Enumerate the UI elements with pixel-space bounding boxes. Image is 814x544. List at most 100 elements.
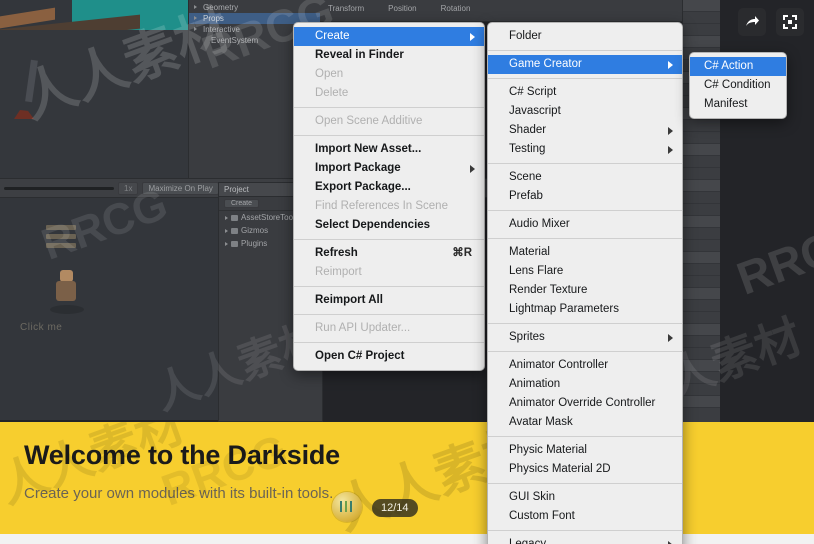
menu-item-shader[interactable]: Shader <box>488 121 682 140</box>
menu-item-reveal-in-finder[interactable]: Reveal in Finder <box>294 46 484 65</box>
game-character <box>54 270 80 304</box>
menu-separator <box>488 323 682 324</box>
inspector-tab-transform: Transform <box>328 4 365 13</box>
maximize-on-play-button[interactable]: Maximize On Play <box>142 181 219 195</box>
menu-item-label: Manifest <box>704 98 748 110</box>
menu-item-label: Scene <box>509 171 542 183</box>
zoom-slider[interactable] <box>4 186 114 190</box>
menu-item-folder[interactable]: Folder <box>488 27 682 46</box>
menu-item-label: Material <box>509 246 550 258</box>
fullscreen-icon <box>783 15 797 29</box>
menu-item-label: C# Condition <box>704 79 771 91</box>
menu-separator <box>488 530 682 531</box>
menu-item-label: Import Package <box>315 162 401 174</box>
menu-item-open-csharp-project[interactable]: Open C# Project <box>294 347 484 366</box>
menu-item-create[interactable]: Create <box>294 27 484 46</box>
menu-item-label: Folder <box>509 30 542 42</box>
menu-item-reimport-all[interactable]: Reimport All <box>294 291 484 310</box>
menu-item-sprites[interactable]: Sprites <box>488 328 682 347</box>
game-creator-submenu[interactable]: C# Action C# Condition Manifest <box>689 52 787 119</box>
menu-item-label: Animator Override Controller <box>509 397 656 409</box>
inspector-header: Transform Position Rotation <box>320 0 682 22</box>
menu-item-label: Open Scene Additive <box>315 115 423 127</box>
menu-item-label: Render Texture <box>509 284 588 296</box>
menu-item-gui-skin[interactable]: GUI Skin <box>488 488 682 507</box>
game-character-shadow <box>50 305 84 314</box>
menu-item-javascript[interactable]: Javascript <box>488 102 682 121</box>
project-item-label: AssetStoreTools <box>241 213 299 222</box>
menu-item-label: GUI Skin <box>509 491 556 503</box>
asset-context-menu[interactable]: Create Reveal in Finder Open Delete Open… <box>293 22 485 371</box>
menu-item-animation[interactable]: Animation <box>488 375 682 394</box>
menu-item-testing[interactable]: Testing <box>488 140 682 159</box>
menu-separator <box>294 314 484 315</box>
menu-separator <box>488 483 682 484</box>
menu-item-label: Create <box>315 30 350 42</box>
hierarchy-label: Geometry <box>203 3 239 12</box>
menu-item-physics-material-2d[interactable]: Physics Material 2D <box>488 460 682 479</box>
share-button[interactable] <box>738 8 766 36</box>
menu-separator <box>488 351 682 352</box>
chevron-right-icon <box>668 333 673 342</box>
banner-subtitle: Create your own modules with its built-i… <box>24 485 334 502</box>
create-submenu[interactable]: Folder Game Creator C# Script Javascript… <box>487 22 683 544</box>
menu-item-import-new-asset[interactable]: Import New Asset... <box>294 140 484 159</box>
menu-item-label: Export Package... <box>315 181 411 193</box>
menu-item-legacy[interactable]: Legacy <box>488 535 682 544</box>
menu-item-reimport: Reimport <box>294 263 484 282</box>
scale-label: 1x <box>118 181 139 195</box>
menu-item-avatar-mask[interactable]: Avatar Mask <box>488 413 682 432</box>
menu-item-custom-font[interactable]: Custom Font <box>488 507 682 526</box>
video-controls <box>738 8 804 36</box>
hierarchy-row[interactable]: Geometry <box>189 2 320 13</box>
menu-item-find-references-in-scene: Find References In Scene <box>294 197 484 216</box>
chevron-right-icon <box>668 126 673 135</box>
chevron-right-icon <box>668 145 673 154</box>
hierarchy-label: Props <box>203 14 224 23</box>
menu-item-render-texture[interactable]: Render Texture <box>488 281 682 300</box>
menu-item-import-package[interactable]: Import Package <box>294 159 484 178</box>
menu-item-label: C# Action <box>704 60 754 72</box>
menu-item-label: Lightmap Parameters <box>509 303 619 315</box>
game-ui-lines <box>46 225 76 251</box>
menu-item-label: Legacy <box>509 538 547 544</box>
folder-icon <box>231 240 238 247</box>
project-item-label: Plugins <box>241 239 268 248</box>
menu-item-refresh[interactable]: Refresh ⌘R <box>294 244 484 263</box>
menu-item-lightmap-parameters[interactable]: Lightmap Parameters <box>488 300 682 319</box>
chevron-right-icon <box>668 540 673 544</box>
project-create-button[interactable]: Create <box>224 199 260 208</box>
menu-item-label: Game Creator <box>509 58 582 70</box>
menu-item-label: Physic Material <box>509 444 587 456</box>
menu-item-animator-controller[interactable]: Animator Controller <box>488 356 682 375</box>
menu-item-csharp-action[interactable]: C# Action <box>690 57 786 76</box>
fullscreen-button[interactable] <box>776 8 804 36</box>
menu-item-label: Lens Flare <box>509 265 564 277</box>
menu-item-select-dependencies[interactable]: Select Dependencies <box>294 216 484 235</box>
menu-item-export-package[interactable]: Export Package... <box>294 178 484 197</box>
page-indicator: 12/14 <box>372 499 418 517</box>
menu-item-audio-mixer[interactable]: Audio Mixer <box>488 215 682 234</box>
menu-item-animator-override-controller[interactable]: Animator Override Controller <box>488 394 682 413</box>
menu-item-lens-flare[interactable]: Lens Flare <box>488 262 682 281</box>
menu-item-game-creator[interactable]: Game Creator <box>488 55 682 74</box>
chevron-right-icon <box>668 60 673 69</box>
menu-item-csharp-condition[interactable]: C# Condition <box>690 76 786 95</box>
menu-separator <box>488 436 682 437</box>
menu-item-material[interactable]: Material <box>488 243 682 262</box>
chevron-right-icon <box>470 32 475 41</box>
menu-item-label: Sprites <box>509 331 545 343</box>
brand-logo-icon <box>332 492 362 522</box>
menu-separator <box>488 238 682 239</box>
menu-item-physic-material[interactable]: Physic Material <box>488 441 682 460</box>
menu-separator <box>488 50 682 51</box>
menu-item-manifest[interactable]: Manifest <box>690 95 786 114</box>
menu-item-label: Import New Asset... <box>315 143 422 155</box>
menu-item-csharp-script[interactable]: C# Script <box>488 83 682 102</box>
menu-item-prefab[interactable]: Prefab <box>488 187 682 206</box>
menu-item-label: C# Script <box>509 86 557 98</box>
banner-bottom-strip <box>0 534 814 544</box>
menu-item-label: Audio Mixer <box>509 218 570 230</box>
menu-item-scene[interactable]: Scene <box>488 168 682 187</box>
menu-item-label: Open <box>315 68 344 80</box>
